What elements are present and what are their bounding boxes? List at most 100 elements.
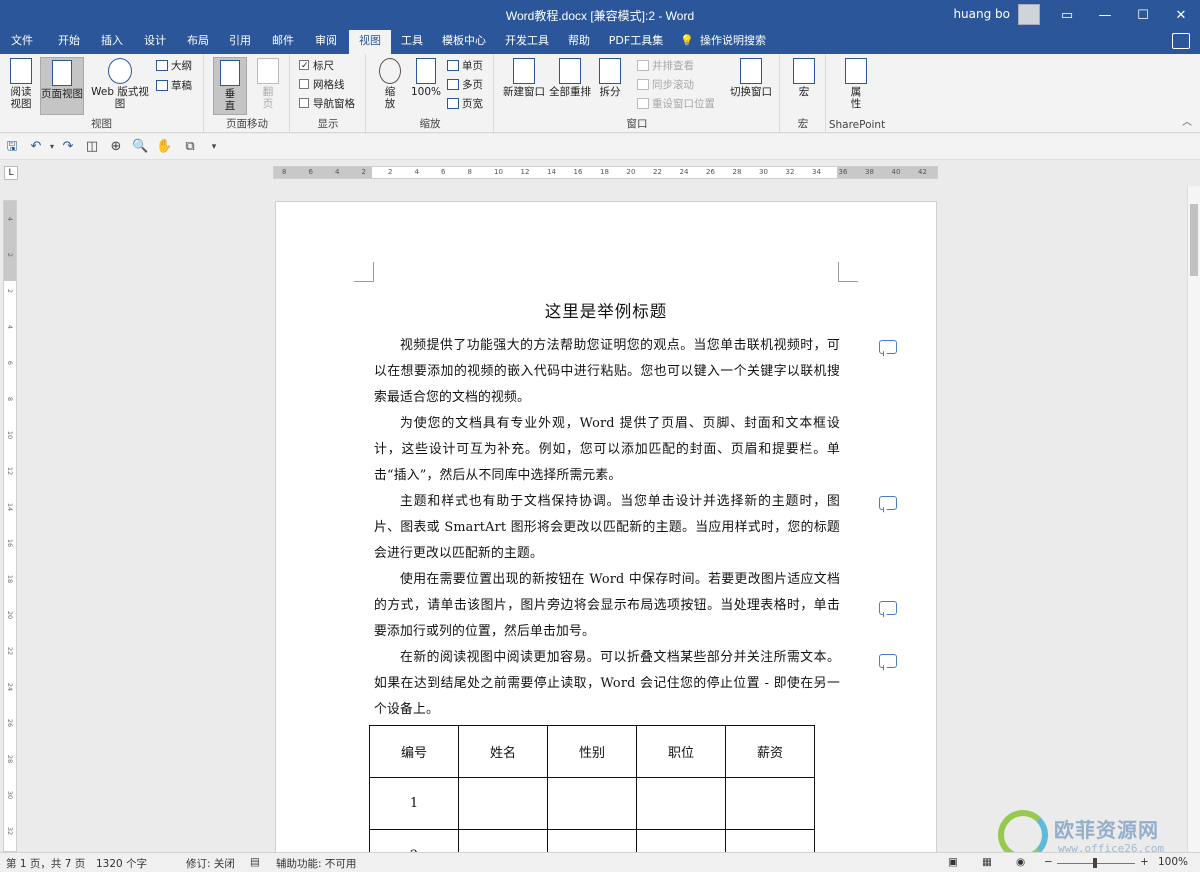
undo-icon[interactable]: ↶ bbox=[28, 139, 44, 155]
sync-scroll-button[interactable]: 同步滚动 bbox=[637, 77, 694, 93]
ruler-number: 18 bbox=[6, 574, 14, 584]
vertical-button[interactable]: 垂直 bbox=[213, 57, 247, 115]
zoom-slider-thumb[interactable] bbox=[1093, 858, 1097, 868]
switch-windows-button[interactable]: 切换窗口 bbox=[727, 58, 775, 98]
tab-tools[interactable]: 工具 bbox=[393, 30, 431, 54]
read-mode-button[interactable]: 阅读视图 bbox=[4, 58, 38, 110]
user-name[interactable]: huang bo bbox=[953, 7, 1010, 21]
tab-design[interactable]: 设计 bbox=[134, 30, 176, 54]
view-side-by-side-button[interactable]: 并排查看 bbox=[637, 58, 694, 74]
zoom-button[interactable]: 缩放 bbox=[375, 58, 405, 110]
ruler-number: 16 bbox=[573, 168, 583, 176]
ruler-number: 8 bbox=[6, 396, 14, 402]
macro-record-icon[interactable]: ▤ bbox=[250, 856, 260, 868]
page-width-button[interactable]: 页宽 bbox=[447, 96, 483, 112]
tab-mailings[interactable]: 邮件 bbox=[262, 30, 304, 54]
table-header-cell[interactable]: 姓名 bbox=[458, 725, 548, 778]
tell-me-search[interactable]: 操作说明搜索 bbox=[700, 30, 776, 54]
read-mode-icon[interactable]: ▣ bbox=[948, 856, 958, 868]
table-cell[interactable] bbox=[725, 777, 815, 830]
zoom-100-button[interactable]: 100% bbox=[409, 58, 443, 98]
print-preview-icon[interactable]: 🔍 bbox=[132, 139, 148, 155]
tab-references[interactable]: 引用 bbox=[220, 30, 260, 54]
tab-help[interactable]: 帮助 bbox=[561, 30, 597, 54]
tab-template-center[interactable]: 模板中心 bbox=[435, 30, 493, 54]
hand-icon[interactable]: ✋ bbox=[156, 139, 172, 155]
minimize-icon[interactable]: — bbox=[1086, 0, 1124, 30]
tab-file[interactable]: 文件 bbox=[0, 30, 44, 54]
side-by-side-icon bbox=[637, 60, 649, 71]
properties-button[interactable]: 属性 bbox=[841, 58, 871, 110]
restore-icon[interactable]: ▭ bbox=[1048, 0, 1086, 30]
vertical-ruler[interactable]: 4 2 2 4 6 8 10 12 14 16 18 20 22 24 26 28 30 32 bbox=[3, 200, 17, 852]
redo-icon[interactable]: ↷ bbox=[60, 139, 76, 155]
split-button[interactable]: 拆分 bbox=[595, 58, 625, 98]
table-cell[interactable] bbox=[636, 777, 726, 830]
reset-window-position-button[interactable]: 重设窗口位置 bbox=[637, 96, 715, 112]
paragraph[interactable]: 视频提供了功能强大的方法帮助您证明您的观点。当您单击联机视频时，可以在想要添加的… bbox=[374, 333, 840, 411]
web-layout-button[interactable]: Web 版式视图 bbox=[86, 58, 154, 110]
avatar[interactable] bbox=[1018, 4, 1040, 25]
table-header-cell[interactable]: 编号 bbox=[369, 725, 459, 778]
comment-icon[interactable] bbox=[1172, 33, 1190, 49]
zoom-level[interactable]: 100% bbox=[1158, 856, 1188, 868]
tab-review[interactable]: 审阅 bbox=[306, 30, 346, 54]
accessibility-status[interactable]: 辅助功能: 不可用 bbox=[276, 856, 356, 871]
table-cell[interactable]: 1 bbox=[369, 777, 459, 830]
tab-view[interactable]: 视图 bbox=[349, 30, 391, 54]
tab-pdf-tools[interactable]: PDF工具集 bbox=[603, 30, 669, 54]
comment-icon[interactable] bbox=[879, 654, 897, 668]
close-icon[interactable]: ✕ bbox=[1162, 0, 1200, 30]
scrollbar-thumb[interactable] bbox=[1190, 204, 1198, 276]
paragraph[interactable]: 使用在需要位置出现的新按钮在 Word 中保存时间。若要更改图片适应文档的方式，… bbox=[374, 567, 840, 645]
zoom-out-button[interactable]: − bbox=[1044, 856, 1053, 868]
comment-icon[interactable] bbox=[879, 340, 897, 354]
gridlines-checkbox[interactable]: 网格线 bbox=[299, 77, 345, 93]
ruler-checkbox[interactable]: ✓ 标尺 bbox=[299, 58, 334, 74]
vertical-scrollbar[interactable] bbox=[1187, 186, 1200, 852]
outline-button[interactable]: 大纲 bbox=[156, 58, 192, 74]
table-cell[interactable] bbox=[547, 777, 637, 830]
tab-selector[interactable]: L bbox=[4, 166, 18, 180]
paragraph[interactable]: 为使您的文档具有专业外观，Word 提供了页眉、页脚、封面和文本框设计，这些设计… bbox=[374, 411, 840, 489]
arrange-all-button[interactable]: 全部重排 bbox=[547, 58, 593, 98]
table-header-cell[interactable]: 薪资 bbox=[725, 725, 815, 778]
zoom-in-button[interactable]: + bbox=[1140, 856, 1149, 868]
compare-icon[interactable]: ◫ bbox=[84, 139, 100, 155]
track-changes-status[interactable]: 修订: 关闭 bbox=[186, 856, 235, 871]
paragraph[interactable]: 主题和样式也有助于文档保持协调。当您单击设计并选择新的主题时，图片、图表或 Sm… bbox=[374, 489, 840, 567]
table-cell[interactable] bbox=[458, 777, 548, 830]
side-to-side-button[interactable]: 翻页 bbox=[253, 58, 283, 110]
print-layout-button[interactable]: 页面视图 bbox=[40, 57, 84, 115]
macros-button[interactable]: 宏 bbox=[789, 58, 819, 98]
navigation-pane-checkbox[interactable]: 导航窗格 bbox=[299, 96, 355, 112]
table-header-cell[interactable]: 性别 bbox=[547, 725, 637, 778]
save-icon[interactable]: 🖫 bbox=[4, 139, 20, 155]
paragraph[interactable]: 在新的阅读视图中阅读更加容易。可以折叠文档某些部分并关注所需文本。如果在达到结尾… bbox=[374, 645, 840, 723]
touch-mode-icon[interactable]: ⊕ bbox=[108, 139, 124, 155]
data-table[interactable]: 编号 姓名 性别 职位 薪资 1 2 bbox=[369, 725, 815, 860]
document-title[interactable]: 这里是举例标题 bbox=[276, 298, 936, 322]
undo-dropdown-icon[interactable]: ▾ bbox=[44, 139, 60, 155]
new-window-button[interactable]: 新建窗口 bbox=[501, 58, 547, 98]
tab-home[interactable]: 开始 bbox=[48, 30, 90, 54]
table-header-cell[interactable]: 职位 bbox=[636, 725, 726, 778]
maximize-icon[interactable]: ☐ bbox=[1124, 0, 1162, 30]
word-count[interactable]: 1320 个字 bbox=[96, 856, 147, 871]
comment-icon[interactable] bbox=[879, 496, 897, 510]
draft-button[interactable]: 草稿 bbox=[156, 78, 192, 94]
customize-qat-icon[interactable]: ▾ bbox=[206, 139, 222, 155]
one-page-button[interactable]: 单页 bbox=[447, 58, 483, 74]
print-layout-icon[interactable]: ▦ bbox=[982, 856, 992, 868]
document-page[interactable]: 这里是举例标题 视频提供了功能强大的方法帮助您证明您的观点。当您单击联机视频时，… bbox=[275, 201, 937, 861]
tab-developer[interactable]: 开发工具 bbox=[499, 30, 555, 54]
collapse-ribbon-icon[interactable]: ︿ bbox=[1182, 113, 1192, 128]
horizontal-ruler[interactable]: 8 6 4 2 2 4 6 8 10 12 14 16 18 20 22 24 26 28 30 32 34 36 38 40… bbox=[273, 166, 938, 179]
page-count[interactable]: 第 1 页，共 7 页 bbox=[6, 856, 85, 871]
touch-icon[interactable]: ⧉ bbox=[182, 139, 198, 155]
multiple-pages-button[interactable]: 多页 bbox=[447, 77, 483, 93]
comment-icon[interactable] bbox=[879, 601, 897, 615]
web-layout-icon[interactable]: ◉ bbox=[1016, 856, 1025, 868]
tab-layout[interactable]: 布局 bbox=[178, 30, 218, 54]
tab-insert[interactable]: 插入 bbox=[92, 30, 132, 54]
